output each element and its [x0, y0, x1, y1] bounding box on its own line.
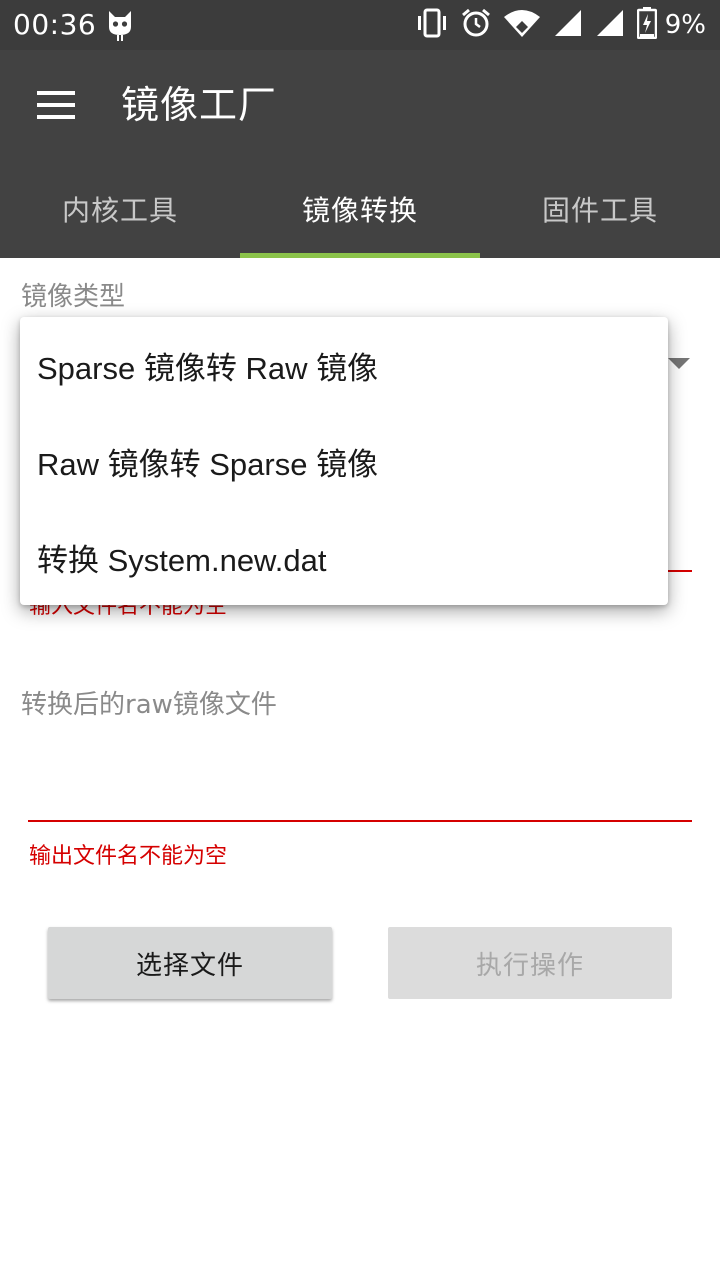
status-icons: 9%: [403, 7, 706, 43]
app-bar: 镜像工厂: [0, 50, 720, 160]
battery-charging-icon: [636, 7, 657, 43]
alarm-icon: [461, 8, 491, 42]
app-title: 镜像工厂: [121, 83, 278, 127]
status-bar: 00:36 9%: [0, 0, 720, 50]
signal-icon: [553, 9, 583, 41]
output-file-field[interactable]: [28, 820, 692, 822]
image-type-dropdown: Sparse 镜像转 Raw 镜像 Raw 镜像转 Sparse 镜像 转换 S…: [20, 317, 668, 605]
image-type-label: 镜像类型: [21, 282, 126, 312]
tab-bar: 内核工具 镜像转换 固件工具: [0, 160, 720, 258]
tab-kernel-tools[interactable]: 内核工具: [0, 160, 240, 258]
tab-image-convert[interactable]: 镜像转换: [240, 160, 480, 258]
dropdown-option-system-new-dat[interactable]: 转换 System.new.dat: [20, 509, 668, 605]
vibrate-icon: [415, 8, 449, 42]
select-file-button[interactable]: 选择文件: [48, 927, 332, 999]
status-time: 00:36: [13, 8, 97, 41]
chevron-down-icon[interactable]: [668, 358, 690, 369]
execute-button[interactable]: 执行操作: [388, 927, 672, 999]
signal-icon: [595, 9, 625, 41]
dropdown-option-raw-to-sparse[interactable]: Raw 镜像转 Sparse 镜像: [20, 413, 668, 509]
output-file-label: 转换后的raw镜像文件: [21, 690, 277, 720]
battery-percent: 9%: [664, 10, 706, 40]
tab-firmware-tools[interactable]: 固件工具: [480, 160, 720, 258]
wifi-icon: [503, 9, 541, 41]
dropdown-option-sparse-to-raw[interactable]: Sparse 镜像转 Raw 镜像: [20, 317, 668, 413]
output-file-error: 输出文件名不能为空: [29, 844, 228, 869]
cat-notification-icon: [106, 9, 134, 41]
hamburger-menu-icon[interactable]: [26, 75, 86, 135]
